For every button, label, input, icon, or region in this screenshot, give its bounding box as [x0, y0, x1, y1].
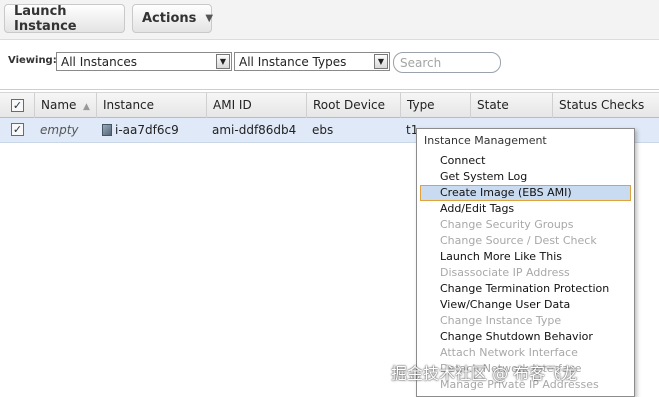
menu-item-change-instance-type: Change Instance Type: [440, 314, 562, 327]
column-header-instance[interactable]: Instance: [96, 93, 206, 118]
column-header-name[interactable]: Name ▲: [34, 93, 96, 118]
menu-item-change-termination-protection[interactable]: Change Termination Protection: [420, 281, 631, 297]
instance-types-select[interactable]: All Instance Types ▼: [234, 52, 390, 71]
watermark: 掘金技术社区 @ 布客飞龙: [391, 364, 578, 383]
actions-label: Actions: [142, 11, 197, 26]
column-header-type[interactable]: Type: [400, 93, 470, 118]
launch-instance-button[interactable]: Launch Instance: [4, 3, 125, 34]
menu-item-launch-more-like-this[interactable]: Launch More Like This: [420, 249, 631, 265]
search-input[interactable]: [393, 52, 501, 73]
instance-icon: [102, 124, 112, 136]
column-header-state[interactable]: State: [470, 93, 552, 118]
select-all-checkbox[interactable]: ✓: [11, 99, 24, 112]
chevron-down-icon: ▼: [205, 13, 214, 24]
column-header-ami-id[interactable]: AMI ID: [206, 93, 306, 118]
cell-type: t1: [406, 123, 416, 137]
menu-item-connect[interactable]: Connect: [420, 153, 631, 169]
instance-types-value: All Instance Types: [239, 54, 347, 69]
dropdown-arrow-icon[interactable]: ▼: [374, 54, 388, 69]
filter-bar: Viewing: All Instances ▼ All Instance Ty…: [0, 40, 659, 90]
cell-instance: i-aa7df6c9: [96, 118, 206, 143]
launch-instance-label: Launch Instance: [14, 3, 77, 34]
menu-item-view-change-user-data[interactable]: View/Change User Data: [420, 297, 631, 313]
sort-icon: ▲: [83, 102, 90, 112]
select-all-cell: ✓: [0, 93, 34, 118]
viewing-label: Viewing:: [8, 55, 57, 66]
cell-root-device: ebs: [312, 123, 334, 137]
column-header-root-device[interactable]: Root Device: [306, 93, 400, 118]
instance-id: i-aa7df6c9: [115, 123, 179, 137]
row-checkbox[interactable]: ✓: [11, 123, 24, 136]
menu-header: Instance Management: [424, 134, 547, 147]
instances-filter-select[interactable]: All Instances ▼: [56, 52, 232, 71]
menu-item-disassociate-ip-address: Disassociate IP Address: [440, 266, 570, 279]
instance-actions-menu: Instance Management Connect Get System Lo…: [416, 128, 635, 397]
menu-item-get-system-log[interactable]: Get System Log: [420, 169, 631, 185]
column-header-status-checks[interactable]: Status Checks: [552, 93, 659, 118]
menu-item-create-image-ebs-ami[interactable]: Create Image (EBS AMI): [420, 185, 631, 201]
menu-item-change-security-groups: Change Security Groups: [440, 218, 574, 231]
menu-item-add-edit-tags[interactable]: Add/Edit Tags: [420, 201, 631, 217]
toolbar: Launch Instance Actions ▼: [0, 0, 659, 40]
actions-button[interactable]: Actions ▼: [132, 4, 214, 33]
table-header: ✓ Name ▲ Instance AMI ID Root Device Typ…: [0, 92, 659, 118]
cell-name: empty: [40, 123, 79, 137]
menu-list: Connect Get System Log Create Image (EBS A…: [417, 153, 634, 393]
dropdown-arrow-icon[interactable]: ▼: [216, 54, 230, 69]
menu-item-attach-network-interface: Attach Network Interface: [440, 346, 578, 359]
instances-filter-value: All Instances: [61, 54, 137, 69]
menu-item-change-source-dest-check: Change Source / Dest Check: [440, 234, 597, 247]
cell-ami-id: ami-ddf86db4: [212, 123, 297, 137]
menu-item-change-shutdown-behavior[interactable]: Change Shutdown Behavior: [420, 329, 631, 345]
